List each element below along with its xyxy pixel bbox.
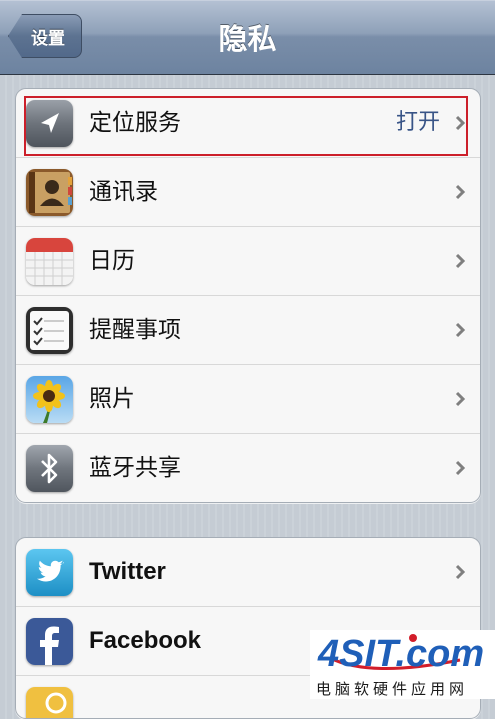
watermark-text: 电脑软硬件应用网	[316, 680, 469, 698]
chevron-right-icon	[455, 564, 466, 580]
settings-row-label: Facebook	[89, 627, 202, 654]
settings-row-contacts[interactable]: 通讯录	[16, 158, 480, 227]
twitter-bird-icon	[26, 549, 73, 596]
watermark-logo: 4SIT.com	[317, 633, 484, 675]
svg-text:4SIT.com: 4SIT.com	[317, 633, 484, 675]
highlight-box	[24, 96, 468, 156]
settings-row-label: Twitter	[89, 558, 166, 585]
partial-app-icon	[26, 687, 73, 718]
reminders-icon	[26, 307, 73, 354]
settings-row-calendar[interactable]: 日历	[16, 227, 480, 296]
facebook-icon	[26, 618, 73, 665]
settings-row-label: 蓝牙共享	[89, 455, 181, 481]
chevron-right-icon	[455, 460, 466, 476]
settings-row-photos[interactable]: 照片	[16, 365, 480, 434]
bluetooth-icon	[26, 445, 73, 492]
chevron-right-icon	[455, 322, 466, 338]
settings-row-label: 通讯录	[89, 179, 158, 205]
watermark: 4SIT.com 电脑软硬件应用网	[310, 630, 495, 699]
settings-row-twitter[interactable]: Twitter	[16, 538, 480, 607]
chevron-right-icon	[455, 391, 466, 407]
contacts-book-icon	[26, 169, 73, 216]
settings-row-bluetooth-sharing[interactable]: 蓝牙共享	[16, 434, 480, 502]
settings-row-label: 提醒事项	[89, 317, 181, 343]
chevron-right-icon	[455, 253, 466, 269]
chevron-right-icon	[455, 184, 466, 200]
settings-row-reminders[interactable]: 提醒事项	[16, 296, 480, 365]
calendar-icon	[26, 238, 73, 285]
settings-row-label: 照片	[89, 386, 135, 412]
navigation-bar: 设置 隐私	[0, 0, 495, 75]
settings-row-label: 日历	[89, 248, 135, 274]
page-title: 隐私	[218, 22, 277, 56]
sunflower-photos-icon	[26, 376, 73, 423]
